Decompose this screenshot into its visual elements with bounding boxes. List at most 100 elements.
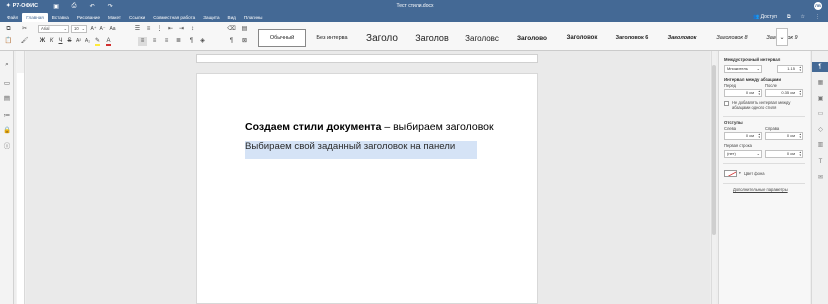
- style-heading5[interactable]: Заголовок: [558, 29, 606, 47]
- redo-icon[interactable]: ↷: [106, 3, 114, 10]
- line-spacing-icon[interactable]: ↕: [188, 25, 197, 34]
- text-art-settings-icon[interactable]: T: [816, 158, 825, 167]
- table-settings-icon[interactable]: ▦: [816, 79, 825, 88]
- style-normal[interactable]: Обычный: [258, 29, 306, 47]
- menu-references[interactable]: Ссылки: [125, 13, 149, 22]
- change-case-icon[interactable]: Aa: [108, 25, 117, 34]
- info-icon[interactable]: ⓘ: [3, 143, 11, 151]
- advanced-settings-link[interactable]: Дополнительные параметры: [733, 187, 788, 192]
- text-art-icon[interactable]: ⊠: [240, 37, 249, 46]
- menu-insert[interactable]: Вставка: [48, 13, 73, 22]
- underline-icon[interactable]: Ч: [56, 37, 65, 46]
- open-location-icon[interactable]: ⧉: [787, 14, 791, 20]
- menu-home[interactable]: Главная: [22, 13, 48, 22]
- header-footer-icon[interactable]: ▭: [816, 110, 825, 119]
- undo-icon[interactable]: ↶: [88, 3, 96, 10]
- line-spacing-mode-select[interactable]: Множитель ⌄: [724, 65, 762, 73]
- format-painter-icon[interactable]: 🖌: [20, 37, 29, 46]
- spacing-after-input[interactable]: 0.35 см ▴ ▾: [765, 89, 803, 97]
- spacing-before-value: 0 см: [745, 90, 754, 95]
- numbering-icon[interactable]: ≡: [144, 25, 153, 34]
- save-icon[interactable]: ▣: [52, 3, 60, 10]
- spacing-before-input[interactable]: 0 см ▴ ▾: [724, 89, 762, 97]
- heading1-paragraph[interactable]: Создаем стили документа – выбираем загол…: [245, 121, 494, 133]
- divider: [723, 163, 805, 164]
- heading2-paragraph-selected[interactable]: Выбираем свой заданный заголовок на пане…: [245, 141, 477, 159]
- favorite-star-icon[interactable]: ☆: [801, 14, 805, 20]
- decrease-font-icon[interactable]: A⁻: [98, 25, 107, 34]
- user-avatar[interactable]: ЛВ: [814, 2, 822, 10]
- menu-layout[interactable]: Макет: [104, 13, 125, 22]
- subscript-icon[interactable]: A₂: [83, 37, 92, 46]
- highlight-icon[interactable]: ✎: [93, 37, 102, 46]
- print-icon[interactable]: ⎙: [70, 3, 78, 9]
- indent-left-input[interactable]: 0 см ▴ ▾: [724, 132, 762, 140]
- align-right-icon[interactable]: ≡: [162, 37, 171, 46]
- bullets-icon[interactable]: ☰: [133, 25, 142, 34]
- font-name-select[interactable]: Arial ⌄: [38, 25, 69, 33]
- style-heading1[interactable]: Заголо: [358, 29, 406, 47]
- strikethrough-icon[interactable]: S: [65, 37, 74, 46]
- color-dropdown-icon[interactable]: ▾: [739, 171, 741, 175]
- vertical-scrollbar[interactable]: [711, 51, 716, 304]
- italic-icon[interactable]: К: [47, 37, 56, 46]
- more-menu-icon[interactable]: ⋮: [815, 14, 820, 20]
- line-spacing-value-input[interactable]: 1.15 ▴ ▾: [777, 65, 803, 73]
- access-button[interactable]: 👥 Доступ: [753, 14, 777, 20]
- paragraph-settings-icon[interactable]: ¶: [812, 62, 828, 72]
- indent-right-label: Справа: [765, 126, 780, 131]
- background-color-picker[interactable]: [724, 170, 737, 177]
- font-size-select[interactable]: 10 ⌄: [71, 25, 87, 33]
- decrease-indent-icon[interactable]: ⇤: [166, 25, 175, 34]
- first-line-mode-select[interactable]: (нет) ⌄: [724, 150, 762, 158]
- chart-settings-icon[interactable]: ▥: [816, 141, 825, 150]
- style-heading4[interactable]: Заголово: [508, 29, 556, 47]
- scrollbar-thumb[interactable]: [712, 65, 716, 235]
- copy-style-icon[interactable]: ▤: [240, 25, 249, 34]
- nonprinting-chars-icon[interactable]: ¶: [227, 37, 236, 46]
- same-style-checkbox[interactable]: [724, 101, 729, 106]
- menu-collaboration[interactable]: Совместная работа: [149, 13, 199, 22]
- search-icon[interactable]: ⌕: [3, 61, 11, 69]
- horizontal-ruler[interactable]: [196, 54, 538, 63]
- paste-icon[interactable]: 📋: [4, 37, 13, 46]
- menu-view[interactable]: Вид: [224, 13, 240, 22]
- style-heading3[interactable]: Заголовс: [458, 29, 506, 47]
- increase-font-icon[interactable]: A⁺: [89, 25, 98, 34]
- paragraph-marks-icon[interactable]: ¶: [187, 37, 196, 46]
- menu-file[interactable]: Файл: [3, 13, 22, 22]
- font-color-icon[interactable]: A: [104, 37, 113, 46]
- styles-expand-button[interactable]: ⌄: [776, 28, 788, 46]
- mail-merge-icon[interactable]: ✉: [816, 174, 825, 183]
- shading-icon[interactable]: ◈: [198, 37, 207, 46]
- shape-settings-icon[interactable]: ◇: [816, 126, 825, 135]
- style-heading6[interactable]: Заголовок 6: [608, 29, 656, 47]
- indent-right-input[interactable]: 0 см ▴ ▾: [765, 132, 803, 140]
- navigation-icon[interactable]: ≔: [3, 112, 11, 120]
- style-heading7[interactable]: Заголовок: [658, 29, 706, 47]
- chat-icon[interactable]: ▤: [3, 95, 11, 103]
- image-settings-icon[interactable]: ▣: [816, 95, 825, 104]
- copy-icon[interactable]: ⧉: [4, 25, 13, 34]
- menu-plugins[interactable]: Плагины: [240, 13, 267, 22]
- align-justify-icon[interactable]: ≣: [174, 37, 183, 46]
- increase-indent-icon[interactable]: ⇥: [177, 25, 186, 34]
- clear-style-icon[interactable]: ⌫: [227, 25, 236, 34]
- style-heading2[interactable]: Заголов: [408, 29, 456, 47]
- comments-icon[interactable]: ▭: [3, 80, 11, 88]
- spin-arrows-icon: ▴ ▾: [758, 132, 760, 139]
- superscript-icon[interactable]: A²: [74, 37, 83, 46]
- style-heading8[interactable]: Заголовок 8: [708, 29, 756, 47]
- first-line-value-input[interactable]: 0 см ▴ ▾: [765, 150, 803, 158]
- menu-protection[interactable]: Защита: [199, 13, 223, 22]
- menu-draw[interactable]: Рисование: [73, 13, 104, 22]
- bold-icon[interactable]: Ж: [38, 37, 47, 46]
- vertical-ruler[interactable]: [16, 51, 25, 304]
- align-center-icon[interactable]: ≡: [150, 37, 159, 46]
- style-no-spacing[interactable]: Без интерва: [308, 29, 356, 47]
- cut-icon[interactable]: ✂: [20, 25, 29, 34]
- lock-icon[interactable]: 🔒: [3, 127, 11, 135]
- document-page[interactable]: Создаем стили документа – выбираем загол…: [196, 73, 538, 304]
- multilevel-list-icon[interactable]: ⋮: [155, 25, 164, 34]
- align-left-icon[interactable]: ≡: [138, 37, 147, 46]
